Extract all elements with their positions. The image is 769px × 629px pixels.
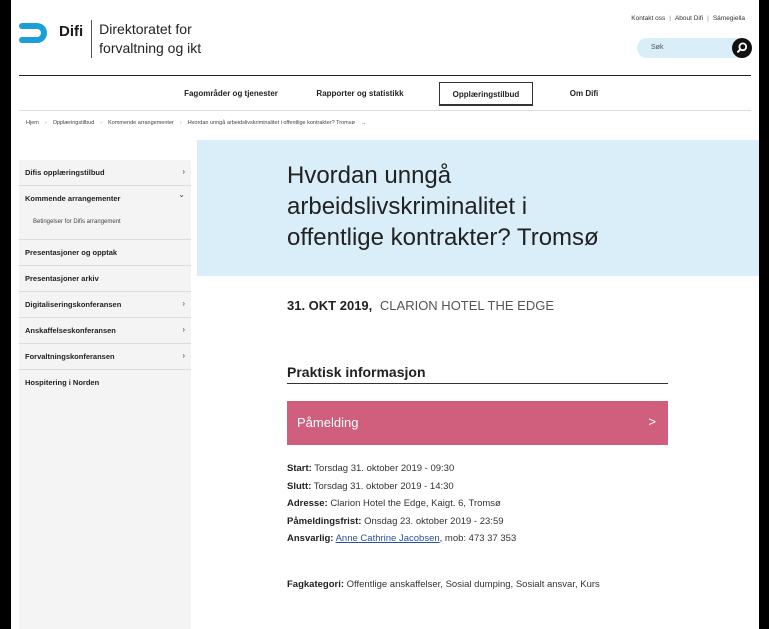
search-button[interactable]	[732, 38, 752, 58]
top-links: Kontakt oss | About Difi | Sámegiella	[631, 15, 745, 22]
section-rule	[287, 383, 668, 384]
sidebar-item-hospitering[interactable]: Hospitering i Norden	[19, 370, 191, 396]
top-link-separator: |	[707, 15, 709, 22]
detail-value: Onsdag 23. oktober 2019 - 23:59	[364, 515, 504, 527]
detail-label: Slutt:	[287, 480, 312, 492]
detail-label: Start:	[287, 463, 312, 474]
sidebar-item-label: Presentasjoner arkiv	[25, 274, 99, 283]
detail-value: Torsdag 31. oktober 2019 - 14:30	[313, 480, 454, 492]
breadcrumb-kommende[interactable]: Kommende arrangementer	[108, 120, 174, 126]
chevron-right-icon: ›	[182, 167, 185, 176]
breadcrumb-opplaeringstilbud[interactable]: Opplæringstilbud	[53, 120, 95, 126]
breadcrumb-separator: ›	[179, 120, 182, 126]
page-title-line: arbeidslivskriminalitet i	[287, 193, 528, 220]
detail-label: Ansvarlig:	[287, 533, 334, 544]
sidebar-item-betingelser[interactable]: Betingelser for Difis arrangement	[19, 212, 191, 240]
sidebar: Difis opplæringstilbud › Kommende arrang…	[19, 160, 191, 629]
nav-divider	[19, 110, 751, 111]
event-category: Fagkategori: Offentlige anskaffelser, So…	[287, 576, 668, 593]
header-rule	[19, 75, 751, 76]
difi-logo[interactable]: Difi Direktoratet for forvaltning og ikt	[19, 20, 201, 58]
sidebar-item-label: Forvaltningskonferansen	[25, 352, 115, 361]
org-name-line2: forvaltning og ikt	[99, 40, 202, 56]
detail-start: Start: Torsdag 31. oktober 2019 - 09:30	[287, 460, 668, 478]
detail-value: Clarion Hotel the Edge, Kaigt. 6, Tromsø	[330, 498, 501, 509]
event-details: Start: Torsdag 31. oktober 2019 - 09:30 …	[287, 460, 668, 548]
event-venue: CLARION HOTEL THE EDGE	[379, 298, 554, 313]
sidebar-item-label: Hospitering i Norden	[25, 378, 100, 387]
sidebar-item-digitaliseringskonferansen[interactable]: Digitaliseringskonferansen ›	[19, 292, 191, 318]
nav-item-rapporter[interactable]: Rapporter og statistikk	[305, 82, 415, 106]
top-link-about[interactable]: About Difi	[675, 15, 703, 22]
page: Difi Direktoratet for forvaltning og ikt…	[11, 0, 759, 629]
chevron-right-icon: ›	[182, 325, 185, 334]
sidebar-item-label: Presentasjoner og opptak	[25, 248, 118, 257]
detail-responsible: Ansvarlig: Anne Cathrine Jacobsen, mob: …	[287, 530, 668, 548]
chevron-right-icon: ›	[182, 299, 185, 308]
sidebar-item-kommende-arrangementer[interactable]: Kommende arrangementer ⌄	[19, 186, 191, 212]
breadcrumb-current: Hvordan unngå arbeidslivskriminalitet i …	[187, 120, 355, 126]
detail-label: Påmeldingsfrist:	[287, 515, 362, 527]
detail-deadline: Påmeldingsfrist: Onsdag 23. oktober 2019…	[287, 513, 668, 531]
sidebar-item-presentasjoner-arkiv[interactable]: Presentasjoner arkiv	[19, 266, 191, 292]
detail-label: Adresse:	[287, 498, 328, 509]
nav-item-om-difi[interactable]: Om Difi	[559, 82, 609, 106]
search-icon	[737, 42, 748, 53]
chevron-right-icon: >	[648, 414, 656, 429]
signup-button[interactable]: Påmelding >	[287, 401, 668, 445]
detail-end: Slutt: Torsdag 31. oktober 2019 - 14:30	[287, 478, 668, 496]
detail-value: , mob: 473 37 353	[439, 533, 517, 544]
sidebar-item-label: Kommende arrangementer	[25, 194, 121, 203]
difi-logo-icon	[19, 23, 47, 43]
breadcrumb-arrow-icon: →	[360, 120, 367, 126]
section-title-praktisk: Praktisk informasjon	[287, 364, 426, 380]
org-name: Direktoratet for forvaltning og ikt	[99, 20, 201, 58]
nav-item-fagomrader[interactable]: Fagområder og tjenester	[171, 82, 291, 106]
category-value: Offentlige anskaffelser, Sosial dumping,…	[346, 579, 600, 590]
sidebar-item-label: Difis opplæringstilbud	[25, 168, 105, 177]
category-label: Fagkategori:	[287, 579, 345, 590]
breadcrumb-separator: ›	[100, 120, 103, 126]
sidebar-item-forvaltningskonferansen[interactable]: Forvaltningskonferansen ›	[19, 344, 191, 370]
top-link-contact[interactable]: Kontakt oss	[631, 15, 665, 22]
search-input[interactable]: Søk	[651, 44, 663, 51]
nav-item-opplaeringstilbud[interactable]: Opplæringstilbud	[439, 82, 533, 106]
chevron-right-icon: ›	[182, 351, 185, 360]
main-nav: Fagområder og tjenester Rapporter og sta…	[11, 82, 759, 108]
sidebar-item-label: Anskaffelseskonferansen	[25, 326, 116, 335]
top-link-sami[interactable]: Sámegiella	[713, 15, 745, 22]
sidebar-item-label: Betingelser for Difis arrangement	[33, 219, 121, 225]
breadcrumb-home[interactable]: Hjem	[26, 120, 39, 126]
page-title-line: Hvordan unngå	[287, 162, 452, 189]
logo-divider	[91, 20, 93, 58]
sidebar-item-label: Digitaliseringskonferansen	[25, 300, 122, 309]
sidebar-item-difis-opplaeringstilbud[interactable]: Difis opplæringstilbud ›	[19, 160, 191, 186]
event-date-venue: 31. OKT 2019, CLARION HOTEL THE EDGE	[287, 298, 554, 313]
logo-wordmark: Difi	[59, 23, 84, 40]
detail-value: Torsdag 31. oktober 2019 - 09:30	[314, 463, 455, 474]
breadcrumb-separator: ›	[44, 120, 47, 126]
chevron-down-icon: ⌄	[178, 190, 185, 199]
event-date: 31. OKT 2019,	[287, 298, 373, 313]
signup-label: Påmelding	[297, 415, 359, 430]
top-link-separator: |	[669, 15, 671, 22]
search-box[interactable]: Søk	[637, 38, 752, 58]
page-title-line: offentlige kontrakter? Tromsø	[287, 224, 599, 251]
responsible-link[interactable]: Anne Cathrine Jacobsen	[336, 533, 440, 544]
detail-address: Adresse: Clarion Hotel the Edge, Kaigt. …	[287, 495, 668, 513]
breadcrumb: Hjem › Opplæringstilbud › Kommende arran…	[26, 120, 366, 126]
sidebar-item-anskaffelseskonferansen[interactable]: Anskaffelseskonferansen ›	[19, 318, 191, 344]
sidebar-item-presentasjoner-og-opptak[interactable]: Presentasjoner og opptak	[19, 240, 191, 266]
org-name-line1: Direktoratet for	[99, 21, 192, 37]
hero-banner: Hvordan unngå arbeidslivskriminalitet i …	[197, 140, 759, 276]
page-title: Hvordan unngå arbeidslivskriminalitet i …	[287, 160, 707, 253]
